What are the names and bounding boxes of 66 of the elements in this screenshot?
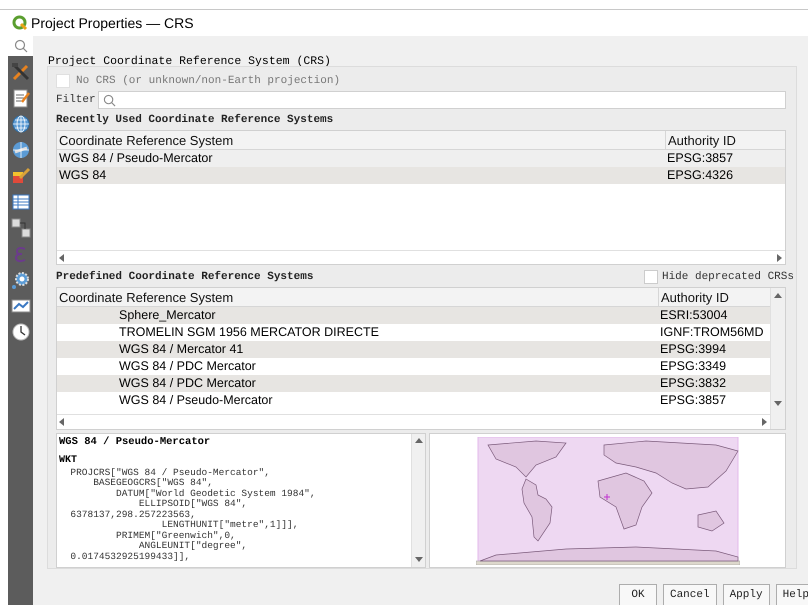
crs-name: WGS 84 / Pseudo-Mercator	[59, 435, 212, 450]
wkt-line: BASEGEOGCRS["WGS 84",	[92, 478, 214, 489]
dialog-button[interactable]: Help	[776, 584, 808, 605]
dialog-button[interactable]: Apply	[722, 584, 770, 605]
table-cell-text: WGS 84 / PDC Mercator	[118, 375, 257, 392]
table-cell-text: EPSG:3349	[659, 358, 728, 375]
scroll-down-icon[interactable]	[414, 557, 422, 563]
table-cell-text: WGS 84 / Pseudo-Mercator	[58, 150, 214, 167]
table-cell-text: Sphere_Mercator	[118, 307, 217, 324]
wkt-line: PROJCRS["WGS 84 / Pseudo-Mercator",	[69, 468, 271, 478]
wkt-line: 0.0174532925199433]],	[69, 552, 192, 562]
wkt-heading: WKT	[59, 454, 78, 468]
search-icon	[14, 39, 28, 53]
vertical-scrollbar[interactable]	[411, 434, 425, 567]
search-icon	[102, 94, 116, 106]
paintbrush-icon[interactable]	[10, 166, 30, 186]
checkbox-label: No CRS (or unknown/non-Earth projection)	[76, 74, 340, 89]
wkt-line: LENGTHUNIT["metre",1]]],	[160, 520, 300, 531]
scroll-up-icon[interactable]	[414, 438, 422, 444]
horizontal-scrollbar[interactable]	[57, 414, 770, 429]
tools-icon[interactable]	[10, 62, 30, 82]
table-cell-text: WGS 84	[58, 167, 108, 184]
scroll-right-icon[interactable]	[777, 254, 783, 262]
checkbox-label: Hide deprecated CRSs	[662, 270, 794, 284]
window-title: Project Properties — CRS	[31, 14, 194, 33]
column-header[interactable]: Authority ID	[665, 131, 785, 149]
checkbox[interactable]	[644, 270, 658, 284]
wkt-line: ANGLEUNIT["degree",	[138, 541, 248, 552]
dialog-button[interactable]: OK	[618, 584, 657, 605]
section-label: Recently Used Coordinate Reference Systems	[56, 112, 334, 128]
vertical-scrollbar[interactable]	[770, 288, 785, 429]
table-cell-text: EPSG:3857	[666, 150, 734, 167]
section-label: Predefined Coordinate Reference Systems	[56, 270, 314, 284]
column-header[interactable]: Coordinate Reference System	[57, 131, 665, 149]
table-cell-text: EPSG:4326	[666, 167, 734, 184]
table-cell-text: EPSG:3994	[659, 341, 728, 358]
scroll-down-icon[interactable]	[774, 401, 782, 407]
joined-tables-icon[interactable]	[10, 218, 30, 238]
scroll-right-icon[interactable]	[762, 418, 768, 426]
wkt-line: PRIMEM["Greenwich",0,	[115, 530, 237, 541]
dialog-button[interactable]: Cancel	[662, 584, 717, 605]
horizontal-scrollbar[interactable]	[57, 250, 785, 264]
filter-label: Filter	[56, 92, 96, 108]
table-cell-text: EPSG:3857	[659, 392, 728, 409]
column-header[interactable]: Coordinate Reference System	[57, 288, 658, 306]
wkt-line: 6378137,298.257223563,	[69, 510, 197, 520]
section-heading: Project Coordinate Reference System (CRS)	[48, 55, 331, 68]
wkt-line: ELLIPSOID["WGS 84",	[138, 499, 248, 510]
scroll-left-icon[interactable]	[59, 418, 65, 426]
gear-icon[interactable]	[10, 270, 30, 290]
table-icon[interactable]	[10, 192, 30, 212]
app-logo-icon	[12, 15, 28, 31]
scroll-up-icon[interactable]	[774, 293, 782, 299]
globe-icon[interactable]	[10, 114, 30, 134]
table-cell-text: WGS 84 / Mercator 41	[118, 341, 244, 358]
document-edit-icon[interactable]	[10, 88, 30, 108]
table-cell-text: IGNF:TROM56MD	[659, 324, 764, 341]
wkt-line: DATUM["World Geodetic System 1984",	[115, 488, 317, 499]
clock-icon[interactable]	[10, 322, 30, 342]
table-cell-text: TROMELIN SGM 1956 MERCATOR DIRECTE	[118, 324, 380, 341]
table-cell-text: WGS 84 / Pseudo-Mercator	[118, 392, 274, 409]
scroll-left-icon[interactable]	[59, 254, 65, 262]
table-cell-text: ESRI:53004	[659, 307, 728, 324]
filter-field[interactable]	[98, 91, 786, 109]
table-cell-text: WGS 84 / PDC Mercator	[118, 358, 257, 375]
table-cell-text: EPSG:3832	[659, 375, 728, 392]
